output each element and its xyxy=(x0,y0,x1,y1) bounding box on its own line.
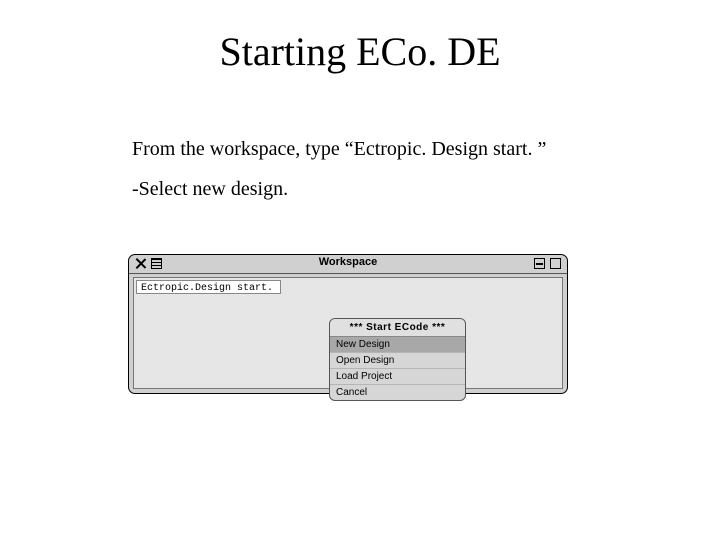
slide-title: Starting ECo. DE xyxy=(0,28,720,75)
workspace-titlebar: Workspace xyxy=(129,255,567,274)
workspace-body: Ectropic.Design start. *** Start ECode *… xyxy=(133,277,563,389)
menu-item-cancel[interactable]: Cancel xyxy=(330,385,465,400)
menu-item-open-design[interactable]: Open Design xyxy=(330,353,465,369)
menu-item-load-project[interactable]: Load Project xyxy=(330,369,465,385)
workspace-title: Workspace xyxy=(129,256,567,268)
collapse-icon[interactable] xyxy=(534,258,545,269)
instruction-line-1: From the workspace, type “Ectropic. Desi… xyxy=(132,138,546,161)
menu-item-new-design[interactable]: New Design xyxy=(330,337,465,353)
slide: Starting ECo. DE From the workspace, typ… xyxy=(0,0,720,540)
instruction-line-2: -Select new design. xyxy=(132,178,288,201)
menu-header: *** Start ECode *** xyxy=(330,319,465,337)
workspace-window: Workspace Ectropic.Design start. *** Sta… xyxy=(128,254,568,394)
start-ecode-menu: *** Start ECode *** New Design Open Desi… xyxy=(329,318,466,401)
command-input[interactable]: Ectropic.Design start. xyxy=(136,280,281,294)
maximize-icon[interactable] xyxy=(550,258,561,269)
